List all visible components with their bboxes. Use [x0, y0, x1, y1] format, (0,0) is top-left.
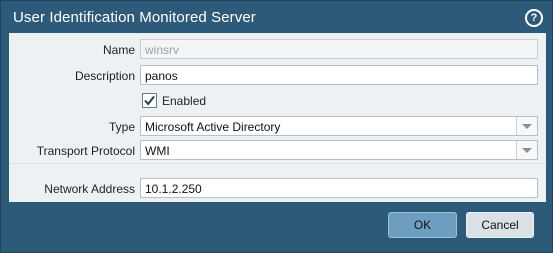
monitored-server-dialog: User Identification Monitored Server ? N…	[0, 0, 553, 253]
description-row: Description panos	[9, 65, 546, 87]
enabled-row: Enabled	[9, 92, 546, 114]
chevron-down-icon[interactable]	[516, 117, 537, 135]
help-icon[interactable]: ?	[525, 9, 543, 27]
ok-button[interactable]: OK	[388, 212, 457, 238]
type-select[interactable]: Microsoft Active Directory	[140, 116, 538, 136]
transport-protocol-row: Transport Protocol WMI	[9, 140, 546, 162]
name-row: Name winsrv	[9, 39, 546, 61]
type-row: Type Microsoft Active Directory	[9, 116, 546, 138]
transport-protocol-select[interactable]: WMI	[140, 140, 538, 160]
form-separator	[9, 163, 546, 164]
network-address-row: Network Address 10.1.2.250	[9, 178, 546, 200]
enabled-label: Enabled	[162, 94, 207, 108]
transport-protocol-label: Transport Protocol	[36, 144, 135, 158]
type-select-value: Microsoft Active Directory	[145, 120, 281, 134]
description-input[interactable]: panos	[140, 65, 538, 85]
enabled-checkbox[interactable]	[142, 93, 157, 108]
form-body: Name winsrv Description panos Enabled Ty…	[9, 33, 546, 202]
description-label: Description	[74, 69, 135, 83]
name-label: Name	[102, 43, 135, 57]
transport-protocol-select-value: WMI	[145, 144, 170, 158]
network-address-label: Network Address	[44, 182, 135, 196]
type-label: Type	[108, 120, 135, 134]
chevron-down-icon[interactable]	[516, 141, 537, 159]
name-field: winsrv	[140, 39, 538, 59]
dialog-title: User Identification Monitored Server	[13, 9, 256, 26]
network-address-input[interactable]: 10.1.2.250	[140, 178, 538, 198]
cancel-button[interactable]: Cancel	[466, 212, 534, 238]
dialog-titlebar: User Identification Monitored Server ?	[1, 1, 552, 33]
checkmark-icon	[144, 95, 155, 106]
